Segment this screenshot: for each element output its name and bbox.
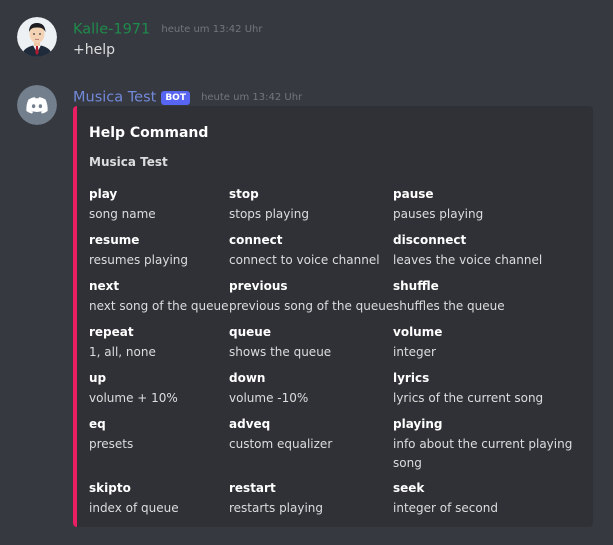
field-name: down — [229, 371, 266, 385]
field-value: integer — [393, 345, 436, 359]
embed-field-shuffle: shuffle shuffles the queue — [393, 277, 505, 316]
field-name: queue — [229, 325, 271, 339]
field-value: shows the queue — [229, 345, 332, 359]
field-value: lyrics of the current song — [393, 391, 544, 405]
embed-field-adveq: adveq custom equalizer — [229, 415, 332, 454]
field-value: pauses playing — [393, 207, 484, 221]
message-content: +help — [73, 42, 115, 58]
embed-field-seek: seek integer of second — [393, 479, 498, 518]
field-value: 1, all, none — [89, 345, 156, 359]
message-header: Kalle-1971 heute um 13:42 Uhr — [73, 19, 262, 38]
field-value: stops playing — [229, 207, 309, 221]
field-name: repeat — [89, 325, 134, 339]
field-value: custom equalizer — [229, 437, 333, 451]
field-name: shuffle — [393, 279, 439, 293]
field-name: adveq — [229, 417, 271, 431]
user-portrait-icon — [17, 17, 57, 57]
embed-field-lyrics: lyrics lyrics of the current song — [393, 369, 543, 408]
field-value: volume -10% — [229, 391, 309, 405]
field-value: connect to voice channel — [229, 253, 380, 267]
field-name: resume — [89, 233, 140, 247]
field-name: stop — [229, 187, 259, 201]
embed-field-previous: previous previous song of the queue — [229, 277, 393, 316]
embed-field-disconnect: disconnect leaves the voice channel — [393, 231, 542, 270]
embed-field-repeat: repeat 1, all, none — [89, 323, 156, 362]
message-header: Musica Test BOT heute um 13:42 Uhr — [73, 87, 302, 106]
field-name: skipto — [89, 481, 131, 495]
embed-field-connect: connect connect to voice channel — [229, 231, 380, 270]
field-name: pause — [393, 187, 434, 201]
help-embed: Help Command Musica Test play song name … — [73, 106, 593, 527]
field-value: restarts playing — [229, 501, 324, 515]
field-value: previous song of the queue — [229, 299, 394, 313]
field-value: resumes playing — [89, 253, 189, 267]
field-name: next — [89, 279, 120, 293]
embed-field-play: play song name — [89, 185, 156, 224]
field-name: disconnect — [393, 233, 467, 247]
username[interactable]: Kalle-1971 — [73, 22, 150, 38]
timestamp: heute um 13:42 Uhr — [201, 92, 303, 103]
embed-field-queue: queue shows the queue — [229, 323, 331, 362]
field-value: integer of second — [393, 501, 498, 515]
field-name: volume — [393, 325, 443, 339]
field-value: song name — [89, 207, 156, 221]
field-name: restart — [229, 481, 276, 495]
field-name: previous — [229, 279, 288, 293]
bot-badge: BOT — [161, 90, 190, 105]
field-name: play — [89, 187, 118, 201]
field-name: playing — [393, 417, 443, 431]
embed-field-up: up volume + 10% — [89, 369, 178, 408]
embed-field-playing: playing info about the current playing s… — [393, 415, 583, 473]
discord-logo-icon — [17, 85, 57, 125]
field-value: presets — [89, 437, 134, 451]
field-name: up — [89, 371, 107, 385]
embed-field-down: down volume -10% — [229, 369, 308, 408]
embed-title: Help Command — [89, 125, 209, 141]
embed-field-eq: eq presets — [89, 415, 133, 454]
embed-field-pause: pause pauses playing — [393, 185, 483, 224]
embed-field-restart: restart restarts playing — [229, 479, 323, 518]
field-name: seek — [393, 481, 425, 495]
embed-field-next: next next song of the queue — [89, 277, 229, 316]
field-name: lyrics — [393, 371, 430, 385]
bot-avatar[interactable] — [17, 85, 57, 125]
embed-field-volume: volume integer — [393, 323, 442, 362]
username[interactable]: Musica Test — [73, 90, 156, 106]
field-name: connect — [229, 233, 283, 247]
field-value: index of queue — [89, 501, 179, 515]
field-value: next song of the queue — [89, 299, 229, 313]
timestamp: heute um 13:42 Uhr — [161, 24, 263, 35]
field-value: shuffles the queue — [393, 299, 505, 313]
field-name: eq — [89, 417, 106, 431]
embed-field-resume: resume resumes playing — [89, 231, 188, 270]
user-avatar[interactable] — [17, 17, 57, 57]
field-value: leaves the voice channel — [393, 253, 543, 267]
field-value: volume + 10% — [89, 391, 178, 405]
embed-field-stop: stop stops playing — [229, 185, 309, 224]
field-value: info about the current playing song — [393, 437, 573, 470]
embed-description: Musica Test — [89, 155, 168, 169]
embed-field-skipto: skipto index of queue — [89, 479, 179, 518]
